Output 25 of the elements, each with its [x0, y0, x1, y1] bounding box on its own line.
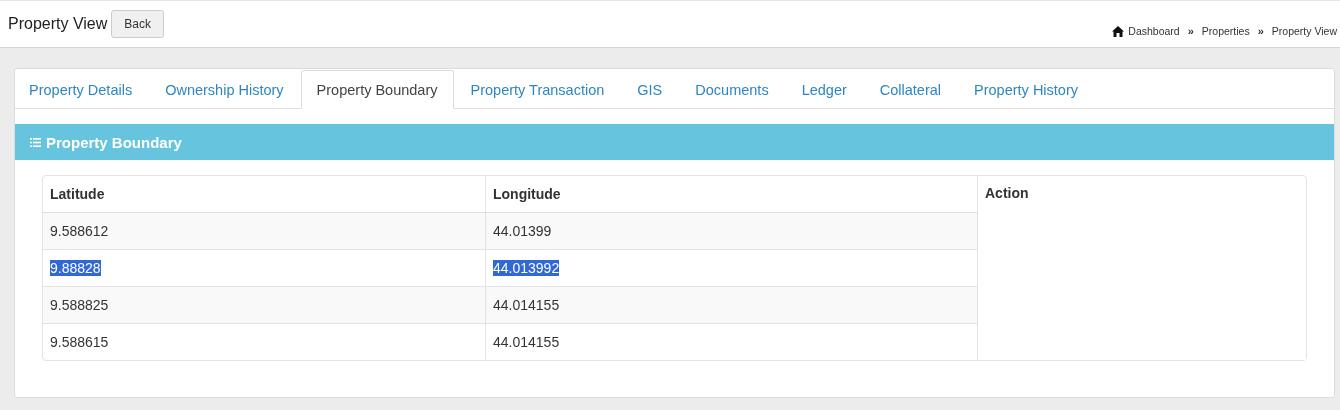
tab[interactable]: Property Boundary	[300, 70, 454, 109]
tab[interactable]: Property Details	[15, 70, 149, 109]
tab[interactable]: Documents	[679, 70, 785, 109]
table-cell: 9.588612	[43, 213, 485, 249]
tab[interactable]: Ownership History	[149, 70, 300, 109]
tab[interactable]: Property Transaction	[454, 70, 621, 109]
home-icon	[1112, 25, 1125, 37]
table-cell: 44.01399	[485, 213, 977, 249]
breadcrumb-separator: »	[1187, 25, 1194, 37]
breadcrumb-current: Property View	[1271, 25, 1337, 37]
breadcrumb-separator: »	[1257, 25, 1264, 37]
page-title: Property View	[8, 15, 108, 33]
breadcrumb-link[interactable]: Properties	[1201, 25, 1250, 37]
tab[interactable]: GIS	[621, 70, 679, 109]
list-icon	[30, 137, 41, 147]
table-cell: 44.014155	[485, 323, 977, 360]
tab[interactable]: Ledger	[785, 70, 863, 109]
table-cell: 9.588615	[43, 323, 485, 360]
panel-title: Property Boundary	[46, 133, 182, 151]
tab[interactable]: Property History	[958, 70, 1094, 109]
tab[interactable]: Collateral	[863, 70, 958, 109]
back-button[interactable]: Back	[111, 10, 164, 38]
breadcrumb-link[interactable]: Dashboard	[1128, 25, 1180, 37]
table-cell: 9.588825	[43, 286, 485, 323]
table-cell: 44.014155	[485, 286, 977, 323]
